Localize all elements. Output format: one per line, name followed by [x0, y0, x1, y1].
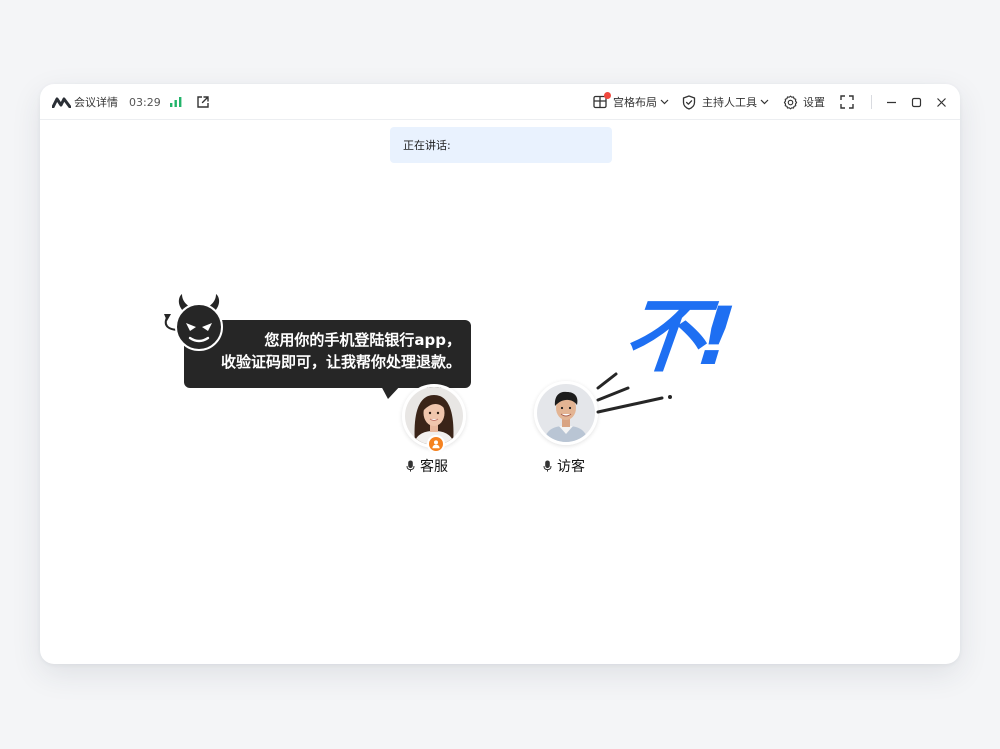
fullscreen-button[interactable] [840, 84, 854, 120]
bubble-tail [380, 384, 402, 399]
minimize-icon [887, 101, 896, 103]
grid-layout-button[interactable]: 宫格布局 [593, 84, 669, 120]
close-button[interactable] [936, 84, 947, 120]
meeting-title: 会议详情 [74, 96, 118, 109]
settings-label: 设置 [803, 96, 825, 109]
visitor-avatar[interactable] [534, 381, 598, 445]
host-tools-label: 主持人工具 [702, 96, 757, 109]
grid-layout-label: 宫格布局 [613, 96, 657, 109]
participant-name-label: 访客 [557, 459, 585, 475]
speed-lines-icon [596, 372, 672, 414]
maximize-icon [911, 97, 922, 107]
host-tools-button[interactable]: 主持人工具 [682, 84, 769, 120]
meeting-window: 会议详情 03:29 宫格布局 主持人工具 设置 正在讲话: 您用你的手机登陆银… [40, 84, 960, 664]
host-badge-icon [427, 435, 445, 453]
maximize-button[interactable] [911, 84, 922, 120]
minimize-button[interactable] [886, 84, 897, 120]
meeting-logo-icon [52, 97, 71, 108]
titlebar-divider [871, 95, 872, 109]
signal-indicator[interactable] [169, 84, 183, 120]
fullscreen-icon [840, 95, 854, 109]
popout-button[interactable] [196, 84, 210, 120]
title-bar: 会议详情 03:29 宫格布局 主持人工具 设置 [40, 84, 960, 120]
participant-name-visitor: 访客 [543, 456, 585, 476]
participant-name-label: 客服 [420, 459, 448, 475]
devil-icon [164, 294, 223, 351]
settings-button[interactable]: 设置 [783, 84, 825, 120]
speaking-label: 正在讲话: [403, 139, 451, 152]
participant-name-cs: 客服 [406, 456, 448, 476]
man-portrait-icon [537, 384, 595, 442]
speaking-indicator: 正在讲话: [390, 127, 612, 163]
external-link-icon [197, 96, 209, 108]
shield-check-icon [682, 94, 696, 110]
meeting-timer: 03:29 [129, 95, 161, 109]
chevron-down-icon [760, 99, 769, 105]
signal-strength-icon [170, 97, 182, 107]
gear-icon [783, 95, 798, 109]
bubble-line-2: 收验证码即可，让我帮你处理退款。 [220, 353, 461, 371]
mic-icon [406, 460, 415, 472]
notification-dot [604, 92, 611, 99]
app-logo [52, 84, 71, 120]
chevron-down-icon [660, 99, 669, 105]
close-icon [937, 97, 946, 107]
mic-icon [543, 460, 552, 472]
